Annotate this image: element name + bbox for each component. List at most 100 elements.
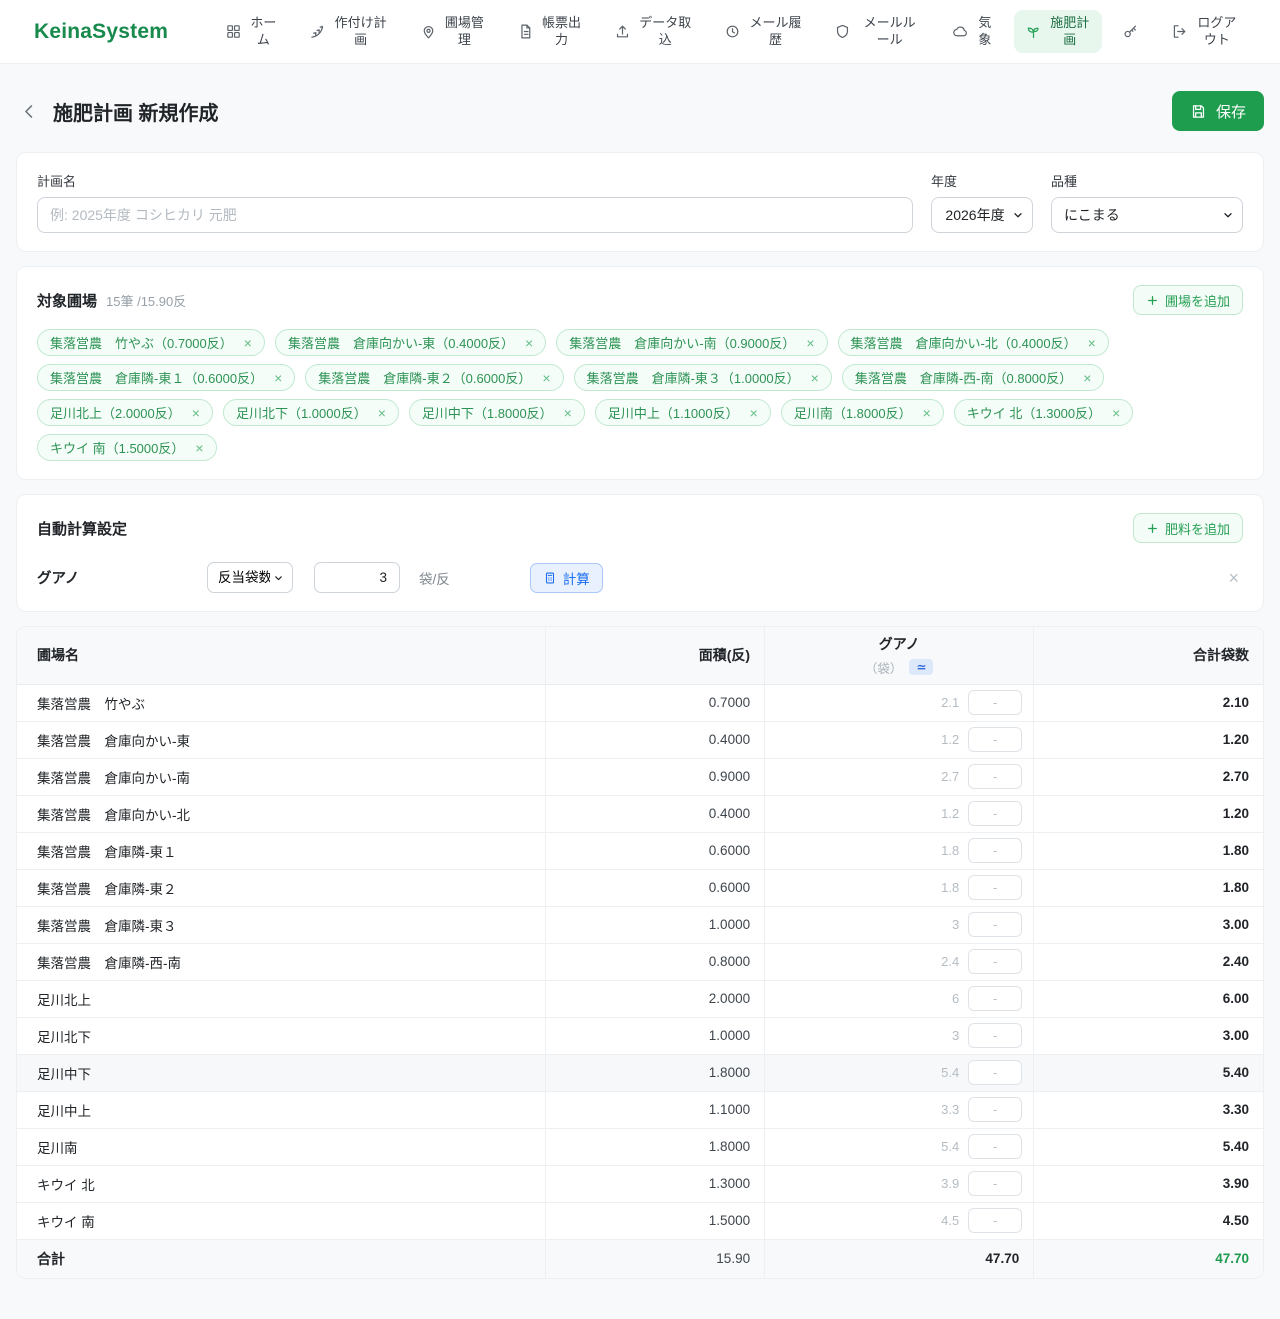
field-name-cell: 集落営農 倉庫隣-東３: [17, 906, 545, 943]
calc-method-select[interactable]: 反当袋数: [207, 562, 293, 593]
area-cell: 0.8000: [545, 943, 764, 980]
field-name-cell: キウイ 北: [17, 1165, 545, 1202]
guano-override-input[interactable]: [968, 764, 1022, 789]
header-guano-unit: （袋）: [865, 658, 903, 677]
save-button[interactable]: 保存: [1172, 91, 1264, 131]
guano-override-input[interactable]: [968, 727, 1022, 752]
wheat-icon: [309, 23, 326, 40]
remove-tag-icon[interactable]: ×: [378, 406, 386, 420]
year-select[interactable]: 2026年度: [931, 197, 1033, 233]
page-title: 施肥計画 新規作成: [53, 97, 219, 126]
guano-override-input[interactable]: [968, 949, 1022, 974]
field-name-cell: 足川中上: [17, 1091, 545, 1128]
guano-calc-value: 3.9: [941, 1176, 959, 1191]
guano-override-input[interactable]: [968, 875, 1022, 900]
cloud-icon: [952, 23, 969, 40]
footer-area-total: 15.90: [545, 1239, 764, 1278]
field-name-cell: 集落営農 倉庫向かい-北: [17, 795, 545, 832]
guano-override-input[interactable]: [968, 1208, 1022, 1233]
guano-override-input[interactable]: [968, 912, 1022, 937]
field-tag: 足川北下（1.0000反）×: [223, 399, 399, 426]
table-row: キウイ 南1.50004.54.50: [17, 1202, 1263, 1239]
page-header: 施肥計画 新規作成 保存: [16, 91, 1264, 131]
nav-item-key[interactable]: [1111, 18, 1150, 45]
guano-override-input[interactable]: [968, 1134, 1022, 1159]
guano-override-input[interactable]: [968, 690, 1022, 715]
row-total-cell: 3.00: [1034, 906, 1263, 943]
auto-calc-title: 自動計算設定: [37, 518, 127, 539]
nav-item-label: ログアウト: [1195, 15, 1239, 49]
remove-tag-icon[interactable]: ×: [564, 406, 572, 420]
nav-item-label: 圃場管理: [444, 15, 486, 49]
nav-item-shield[interactable]: メールルール: [823, 10, 931, 54]
guano-override-input[interactable]: [968, 1097, 1022, 1122]
field-name-cell: キウイ 南: [17, 1202, 545, 1239]
header-guano: グアノ （袋） ≃: [765, 627, 1034, 684]
target-fields-summary: 15筆 /15.90反: [106, 291, 186, 310]
remove-tag-icon[interactable]: ×: [923, 406, 931, 420]
back-button[interactable]: [16, 98, 43, 125]
row-total-cell: 3.90: [1034, 1165, 1263, 1202]
guano-calc-value: 1.8: [941, 843, 959, 858]
table-row: 集落営農 竹やぶ0.70002.12.10: [17, 684, 1263, 721]
grid-icon: [225, 23, 242, 40]
guano-cell: 5.4: [765, 1128, 1034, 1165]
field-tag: 集落営農 倉庫隣-東３（1.0000反） ×: [574, 364, 832, 391]
guano-calc-value: 1.8: [941, 880, 959, 895]
calculate-button[interactable]: 計算: [530, 563, 603, 593]
remove-tag-icon[interactable]: ×: [542, 371, 550, 385]
guano-override-input[interactable]: [968, 1060, 1022, 1085]
table-row: 集落営農 倉庫隣-東１0.60001.81.80: [17, 832, 1263, 869]
remove-tag-icon[interactable]: ×: [1088, 336, 1096, 350]
guano-override-input[interactable]: [968, 1171, 1022, 1196]
remove-tag-icon[interactable]: ×: [1112, 406, 1120, 420]
variety-select[interactable]: にこまる: [1051, 197, 1243, 233]
nav-item-logout[interactable]: ログアウト: [1160, 10, 1250, 54]
remove-tag-icon[interactable]: ×: [525, 336, 533, 350]
guano-cell: 3.3: [765, 1091, 1034, 1128]
guano-cell: 5.4: [765, 1054, 1034, 1091]
field-tag: 足川中下（1.8000反） ×: [409, 399, 585, 426]
add-field-button[interactable]: 圃場を追加: [1133, 285, 1243, 315]
guano-override-input[interactable]: [968, 801, 1022, 826]
guano-cell: 3.9: [765, 1165, 1034, 1202]
area-cell: 0.6000: [545, 832, 764, 869]
remove-fertilizer-icon[interactable]: ×: [1224, 569, 1243, 587]
pin-icon: [420, 23, 437, 40]
remove-tag-icon[interactable]: ×: [1083, 371, 1091, 385]
plan-name-input[interactable]: [37, 197, 913, 233]
guano-override-input[interactable]: [968, 1023, 1022, 1048]
table-row: 足川北上2.000066.00: [17, 980, 1263, 1017]
field-name-cell: 足川北上: [17, 980, 545, 1017]
field-tag-label: 足川中下（1.8000反）: [422, 403, 553, 422]
nav-item-pin[interactable]: 圃場管理: [409, 10, 497, 54]
field-tag-label: 集落営農 倉庫隣-東３（1.0000反）: [587, 368, 800, 387]
remove-tag-icon[interactable]: ×: [195, 441, 203, 455]
nav-item-label: 作付け計画: [333, 15, 388, 49]
remove-tag-icon[interactable]: ×: [192, 406, 200, 420]
guano-override-input[interactable]: [968, 986, 1022, 1011]
nav-item-grid[interactable]: ホーム: [214, 10, 289, 54]
nav-item-wheat[interactable]: 作付け計画: [298, 10, 399, 54]
nav-item-history[interactable]: メール履歴: [713, 10, 814, 54]
row-total-cell: 2.70: [1034, 758, 1263, 795]
remove-tag-icon[interactable]: ×: [274, 371, 282, 385]
nav-item-cloud[interactable]: 気象: [941, 10, 1004, 54]
guano-override-input[interactable]: [968, 838, 1022, 863]
brand-logo[interactable]: KeinaSystem: [34, 20, 168, 44]
remove-tag-icon[interactable]: ×: [811, 371, 819, 385]
guano-calc-value: 5.4: [941, 1065, 959, 1080]
field-tag: キウイ 南（1.5000反）×: [37, 434, 217, 461]
remove-tag-icon[interactable]: ×: [750, 406, 758, 420]
remove-tag-icon[interactable]: ×: [806, 336, 814, 350]
shield-icon: [834, 23, 851, 40]
nav-item-upload[interactable]: データ取込: [603, 10, 704, 54]
field-tag-label: 足川北上（2.0000反）: [50, 403, 181, 422]
table-header-row: 圃場名 面積(反) グアノ （袋） ≃ 合計袋数: [17, 627, 1263, 684]
add-fertilizer-button[interactable]: 肥料を追加: [1133, 513, 1243, 543]
remove-tag-icon[interactable]: ×: [244, 336, 252, 350]
nav-item-document[interactable]: 帳票出力: [506, 10, 594, 54]
bags-per-tan-input[interactable]: [314, 562, 400, 593]
nav-item-seedling[interactable]: 施肥計画: [1014, 10, 1102, 54]
guano-cell: 1.2: [765, 795, 1034, 832]
